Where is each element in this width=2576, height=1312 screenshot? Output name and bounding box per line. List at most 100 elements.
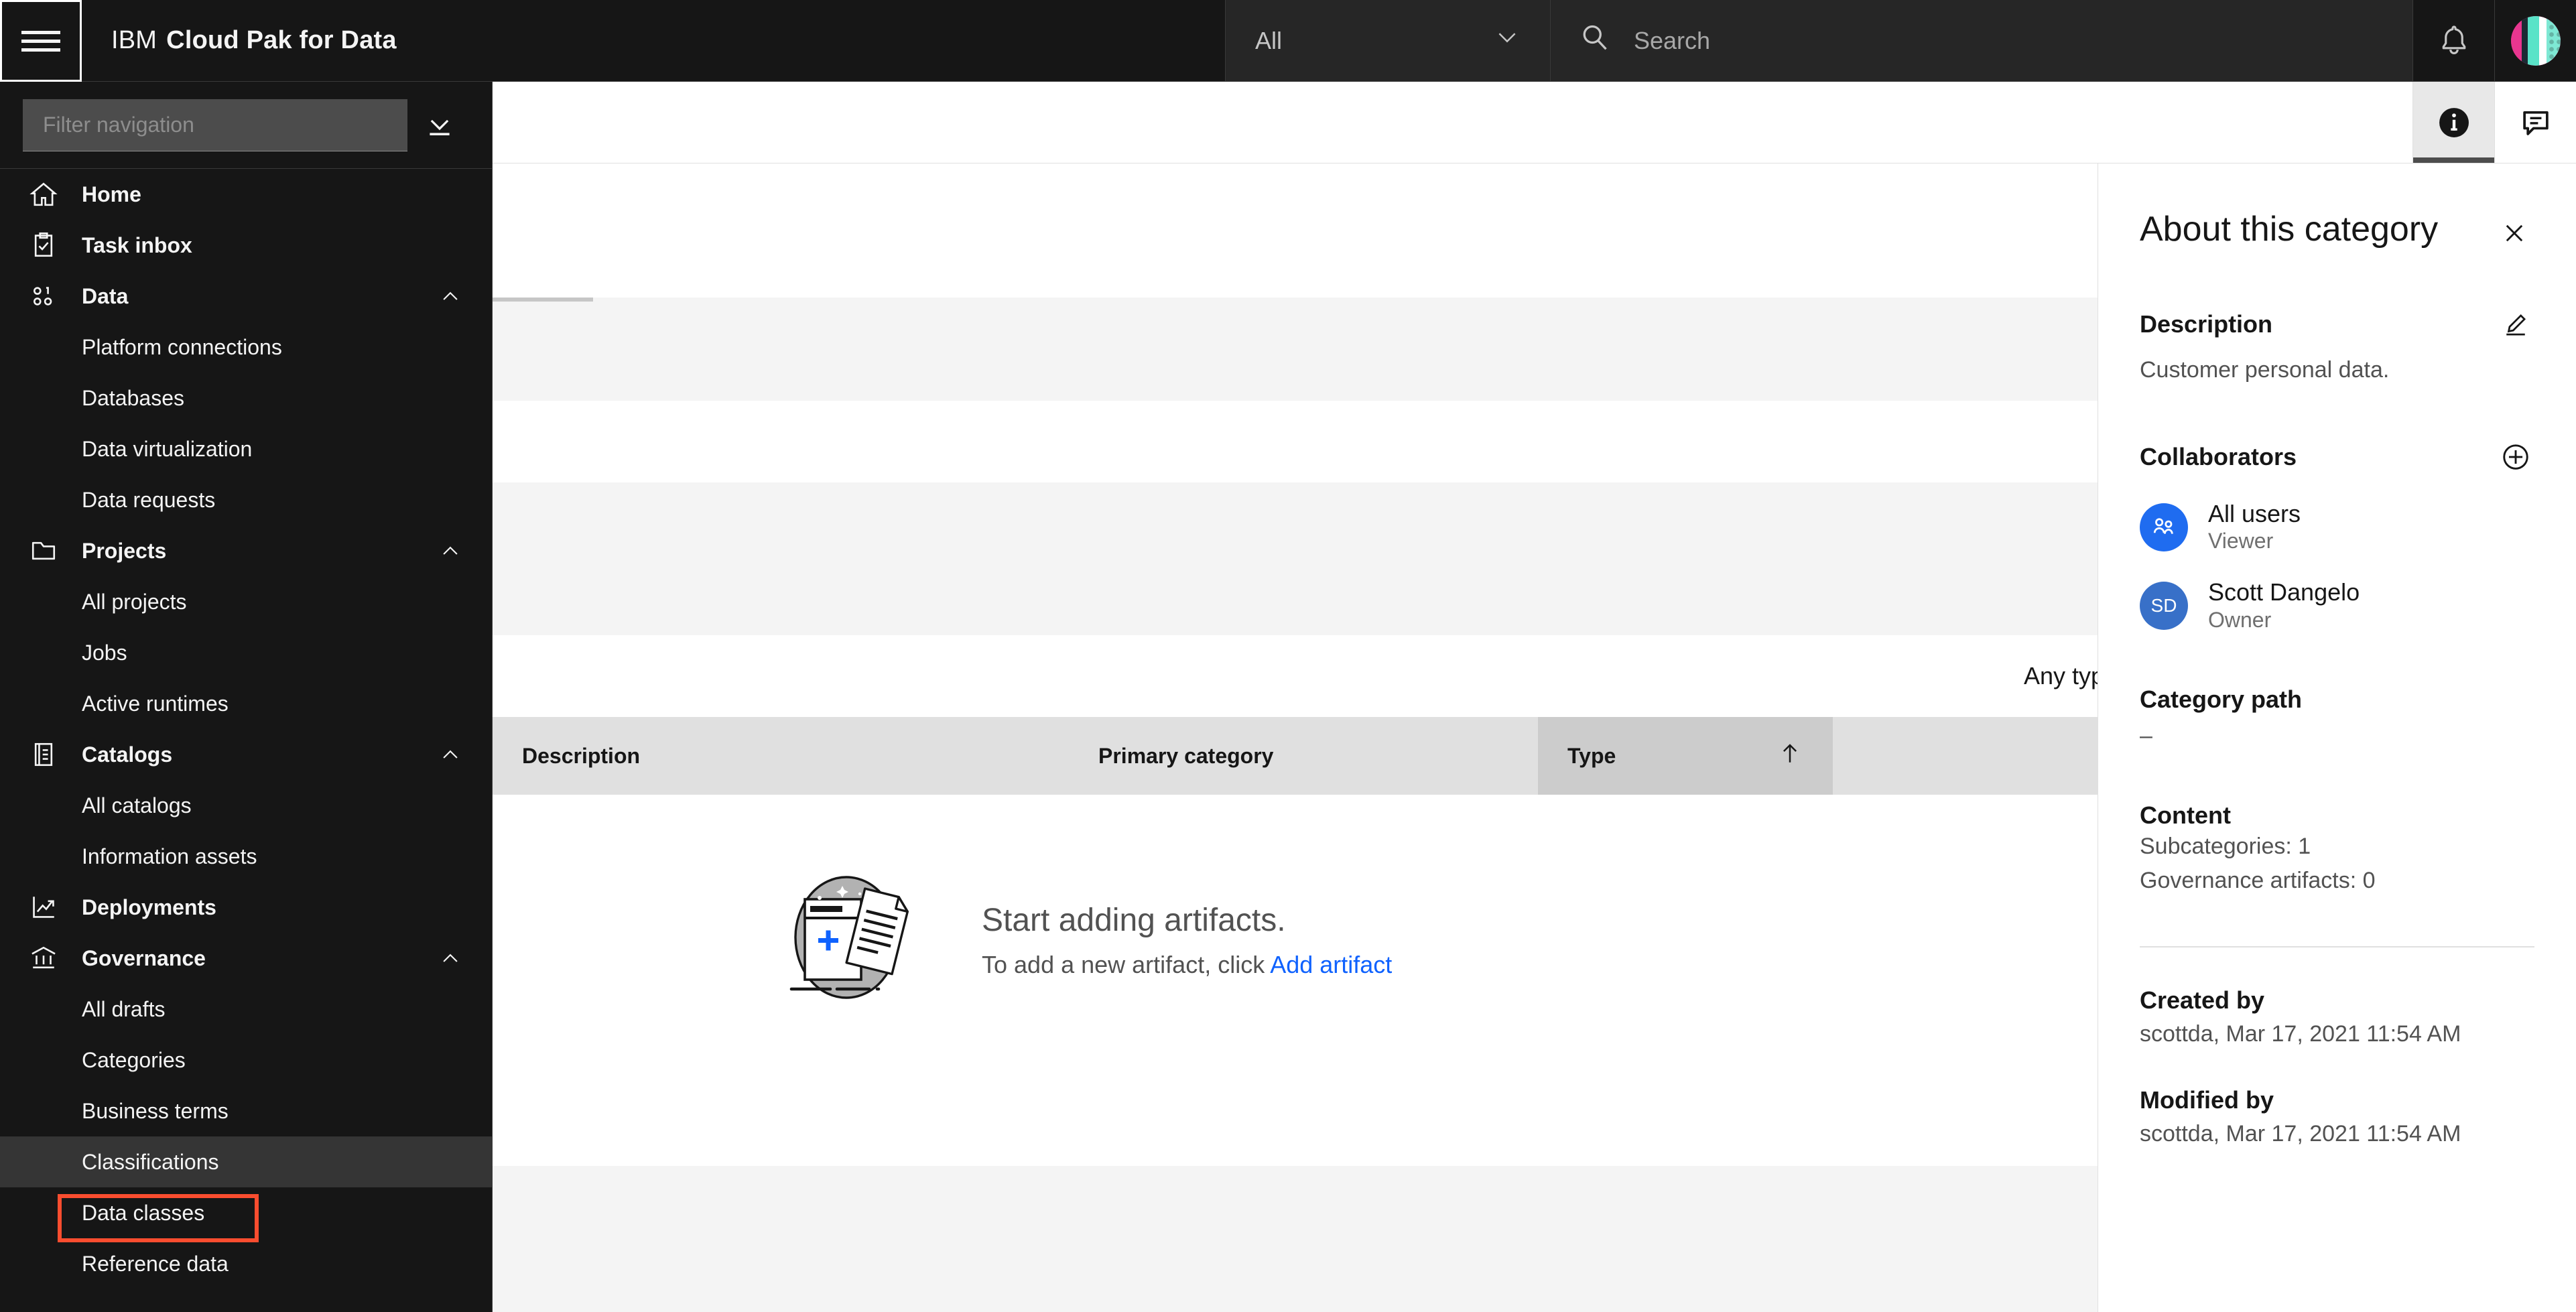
sidebar-item-task-inbox[interactable]: Task inbox [0, 220, 492, 271]
collaborators-heading: Collaborators [2140, 442, 2297, 470]
content-stats: Subcategories: 1 Governance artifacts: 0 [2140, 830, 2534, 898]
sidebar-item-deployments[interactable]: Deployments [0, 882, 492, 933]
sidebar-item-governance[interactable]: Governance [0, 933, 492, 984]
governance-bank-icon [29, 944, 60, 972]
collaborator-name: All users [2208, 499, 2301, 527]
nav-filter-row [0, 82, 492, 169]
chevron-down-icon [1494, 24, 1521, 57]
sidebar-item-categories[interactable]: Categories [0, 1035, 492, 1086]
sidebar-item-label: Platform connections [82, 334, 282, 359]
bell-icon[interactable] [2412, 0, 2494, 81]
empty-state-add-artifact-link[interactable]: Add artifact [1270, 951, 1392, 978]
search-icon [1579, 21, 1611, 60]
governance-artifacts-stat: Governance artifacts: 0 [2140, 864, 2534, 898]
panel-content-section: Content Subcategories: 1 Governance arti… [2140, 801, 2534, 898]
column-header-primary-category[interactable]: Primary category [1069, 717, 1538, 795]
empty-state-title: Start adding artifacts. [982, 902, 1286, 938]
sidebar-item-classifications[interactable]: Classifications [0, 1136, 492, 1187]
subcategories-value: 1 [2298, 833, 2311, 859]
task-inbox-icon [29, 231, 60, 259]
empty-artifacts-illustration [781, 874, 921, 1007]
collaborator-info: All users Viewer [2208, 500, 2301, 554]
sidebar-item-information-assets[interactable]: Information assets [0, 831, 492, 882]
panel-header: About this category [2140, 163, 2534, 253]
panel-title: About this category [2140, 210, 2439, 249]
tabbar-icon-group [2412, 82, 2576, 163]
sidebar-item-label: Reference data [82, 1251, 229, 1276]
sidebar-item-all-drafts[interactable]: All drafts [0, 984, 492, 1035]
modified-by-value: scottda, Mar 17, 2021 11:54 AM [2140, 1120, 2461, 1146]
data-icon [29, 282, 60, 310]
brand-title[interactable]: IBM Cloud Pak for Data [82, 0, 397, 81]
collaborator-role: Viewer [2208, 529, 2274, 553]
comment-icon[interactable] [2494, 82, 2576, 163]
sidebar-item-label: Active runtimes [82, 691, 229, 716]
panel-divider [2140, 945, 2534, 947]
global-search-input[interactable]: Search [1551, 0, 2412, 81]
sidebar-item-label: Deployments [82, 895, 216, 919]
about-category-panel: About this category Description Customer… [2098, 163, 2576, 1312]
sidebar-item-home[interactable]: Home [0, 169, 492, 220]
sidebar-item-label: Classifications [82, 1149, 219, 1174]
panel-category-path-section: Category path – [2140, 685, 2534, 749]
description-heading: Description [2140, 310, 2273, 338]
sidebar-item-label: Governance [82, 945, 206, 970]
sidebar-item-data-classes[interactable]: Data classes [0, 1187, 492, 1238]
collaborator-row[interactable]: SD Scott Dangelo Owner [2140, 578, 2534, 633]
chevron-down-icon[interactable] [407, 93, 472, 157]
sidebar-item-label: Data requests [82, 487, 216, 512]
sidebar-item-label: Business terms [82, 1098, 229, 1123]
sidebar-item-all-catalogs[interactable]: All catalogs [0, 780, 492, 831]
sidebar-item-label: Databases [82, 385, 184, 410]
category-path-heading: Category path [2140, 685, 2303, 713]
sidebar-item-data-requests[interactable]: Data requests [0, 474, 492, 525]
collaborator-role: Owner [2208, 607, 2272, 632]
edit-pencil-icon[interactable] [2497, 306, 2534, 343]
created-by-heading: Created by [2140, 986, 2265, 1014]
sidebar-item-platform-connections[interactable]: Platform connections [0, 322, 492, 373]
governance-artifacts-label: Governance artifacts: [2140, 867, 2357, 893]
sidebar-item-projects[interactable]: Projects [0, 525, 492, 576]
column-label: Description [522, 743, 641, 768]
description-value: Customer personal data. [2140, 357, 2390, 383]
created-by-value: scottda, Mar 17, 2021 11:54 AM [2140, 1021, 2461, 1047]
global-header: IBM Cloud Pak for Data All Search [0, 0, 2576, 82]
sidebar-item-business-terms[interactable]: Business terms [0, 1086, 492, 1136]
sidebar-item-data-virtualization[interactable]: Data virtualization [0, 423, 492, 474]
collaborator-row[interactable]: All users Viewer [2140, 500, 2534, 554]
header-scope-select[interactable]: All [1225, 0, 1551, 81]
chevron-up-icon [437, 285, 464, 308]
sidebar-item-catalogs[interactable]: Catalogs [0, 729, 492, 780]
information-filled-icon[interactable] [2412, 82, 2494, 163]
group-icon [2140, 503, 2188, 551]
hamburger-menu-icon[interactable] [0, 0, 82, 82]
column-header-description[interactable]: Description [493, 717, 1069, 795]
category-path-value: – [2140, 722, 2152, 748]
close-icon[interactable] [2494, 213, 2534, 253]
brand-product-name: Cloud Pak for Data [166, 26, 397, 54]
sidebar-item-label: Data classes [82, 1200, 205, 1225]
sidebar-item-jobs[interactable]: Jobs [0, 627, 492, 678]
sidebar-item-active-runtimes[interactable]: Active runtimes [0, 678, 492, 729]
chart-line-icon [29, 893, 60, 921]
filter-navigation-input[interactable] [23, 99, 407, 151]
arrow-up-icon [1777, 740, 1803, 772]
hamburger-bar [21, 30, 60, 34]
application-window: IBM Cloud Pak for Data All Search Any ty… [0, 0, 2576, 1312]
sidebar-item-label: All catalogs [82, 793, 192, 817]
chevron-up-icon [437, 539, 464, 562]
chevron-up-icon [437, 743, 464, 766]
column-header-type[interactable]: Type [1538, 717, 1833, 795]
header-scope-value: All [1255, 26, 1283, 54]
sidebar-item-label: Data [82, 283, 129, 308]
sidebar-item-all-projects[interactable]: All projects [0, 576, 492, 627]
nav-items: Home Task inbox Data Platform connection… [0, 169, 492, 1289]
empty-state-subtitle: To add a new artifact, click Add artifac… [982, 951, 1392, 979]
add-circle-icon[interactable] [2497, 438, 2534, 476]
sidebar-item-data[interactable]: Data [0, 271, 492, 322]
brand-prefix: IBM [111, 26, 157, 54]
sidebar-item-reference-data[interactable]: Reference data [0, 1238, 492, 1289]
folder-icon [29, 537, 60, 565]
avatar[interactable] [2494, 0, 2576, 81]
sidebar-item-databases[interactable]: Databases [0, 373, 492, 423]
